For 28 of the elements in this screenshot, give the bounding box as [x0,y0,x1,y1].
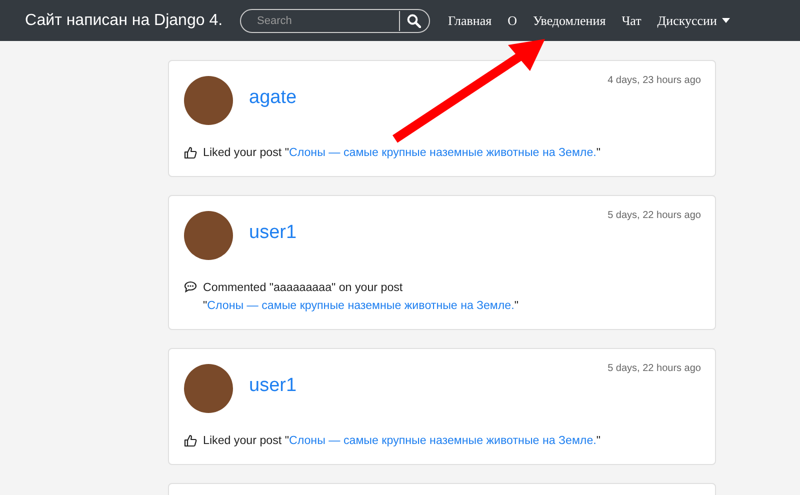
search-icon[interactable] [407,14,421,28]
username-link[interactable]: agate [249,87,297,109]
notification-text: Liked your post "Слоны — самые крупные наземные животные на Земле." [203,145,600,161]
post-link[interactable]: Земле. [476,299,514,312]
nav-link[interactable]: Чат [614,12,650,28]
nav-link[interactable]: О [500,12,526,28]
timestamp: 5 days, 22 hours ago [608,210,701,221]
speech-bubble-icon [184,281,197,293]
site-brand[interactable]: Сайт написан на Django 4. [25,12,240,30]
nav-link[interactable]: Дискуссии [649,12,738,28]
notification-text: Commented "ааааааааа" on your post "Слоны — самые крупные наземные животные на Земле." [203,280,520,314]
username-link[interactable]: user1 [249,222,297,244]
avatar-photo-placeholder [184,364,233,413]
nav-link[interactable]: Уведомления [525,12,614,28]
timestamp: 5 days, 22 hours ago [608,363,701,374]
nav-link[interactable]: Главная [440,12,500,28]
post-link[interactable]: Слоны — самые крупные наземные животные на [207,299,474,312]
timestamp: 4 days, 23 hours ago [608,75,701,86]
thumbs-up-icon [184,146,197,159]
avatar-photo-placeholder [184,76,233,125]
search-field[interactable]: Search [240,8,430,32]
username-link[interactable]: user1 [249,375,297,397]
avatar-photo-placeholder [184,211,233,260]
search-input[interactable]: Search [255,14,392,28]
notification-text: Liked your post "Слоны — самые крупные наземные животные на Земле." [203,433,600,449]
thumbs-up-icon [184,434,197,447]
post-link[interactable]: Слоны — самые крупные наземные животные на Земле. [288,434,596,447]
post-link[interactable]: Слоны — самые крупные наземные животные на Земле. [288,146,596,159]
